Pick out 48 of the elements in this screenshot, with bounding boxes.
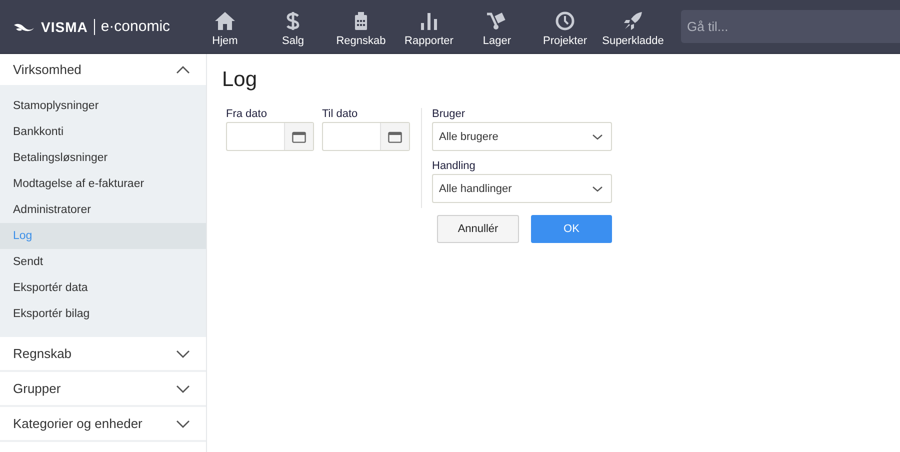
nav-item[interactable]: Superkladde — [599, 6, 667, 46]
dollar-icon — [286, 10, 300, 30]
rocket-icon — [623, 10, 643, 30]
sidebar-section[interactable]: Kategorier og enheder — [0, 407, 206, 442]
calculator-icon — [354, 10, 368, 30]
chevron-icon — [176, 420, 190, 428]
sidebar-section[interactable]: Virksomhed — [0, 54, 206, 85]
nav-item[interactable]: Regnskab — [327, 6, 395, 46]
logo-product: e·conomic — [100, 18, 170, 35]
sidebar-item[interactable]: Stamoplysninger — [0, 93, 206, 119]
sidebar-item[interactable]: Eksportér bilag — [0, 301, 206, 327]
sidebar-section[interactable]: Grupper — [0, 372, 206, 407]
chevron-icon — [176, 384, 190, 392]
hand-truck-icon — [486, 10, 508, 30]
field-label: Bruger — [432, 108, 466, 120]
calendar-icon — [388, 130, 402, 142]
sidebar-item[interactable]: Modtagelse af e-fakturaer — [0, 171, 206, 197]
date-field[interactable] — [322, 122, 410, 151]
logo-brand: VISMA — [41, 18, 88, 34]
search-field[interactable]: Gå til... — [681, 10, 900, 43]
nav-item[interactable]: Projekter — [531, 6, 599, 46]
select-field[interactable]: Alle handlinger — [432, 174, 612, 203]
chevron-icon — [176, 350, 190, 358]
logo-separator — [94, 18, 95, 34]
field-label: Til dato — [322, 108, 359, 120]
sidebar-item[interactable]: Eksportér data — [0, 275, 206, 301]
sidebar-item[interactable]: Sendt — [0, 249, 206, 275]
bar-chart-icon — [420, 10, 438, 30]
date-field[interactable] — [226, 122, 314, 151]
field-label: Handling — [432, 160, 476, 172]
nav-item[interactable]: Rapporter — [395, 6, 463, 46]
sidebar-item[interactable]: Bankkonti — [0, 119, 206, 145]
calendar-icon — [292, 130, 306, 142]
chevron-icon — [176, 66, 190, 74]
home-icon — [214, 10, 236, 30]
select-field[interactable]: Alle brugere — [432, 122, 612, 151]
nav-item[interactable]: Hjem — [191, 6, 259, 46]
sidebar-item[interactable]: Administratorer — [0, 197, 206, 223]
page-title: Log — [222, 68, 258, 92]
clock-icon — [555, 10, 575, 30]
nav-item[interactable]: Lager — [463, 6, 531, 46]
sidebar-section[interactable]: Regnskab — [0, 337, 206, 372]
sidebar-item[interactable]: Betalingsløsninger — [0, 145, 206, 171]
field-label: Fra dato — [226, 108, 268, 120]
chevron-icon — [592, 134, 603, 140]
nav-item[interactable]: Salg — [259, 6, 327, 46]
chevron-icon — [592, 186, 603, 192]
cancel-button[interactable]: Annullér — [437, 215, 519, 243]
